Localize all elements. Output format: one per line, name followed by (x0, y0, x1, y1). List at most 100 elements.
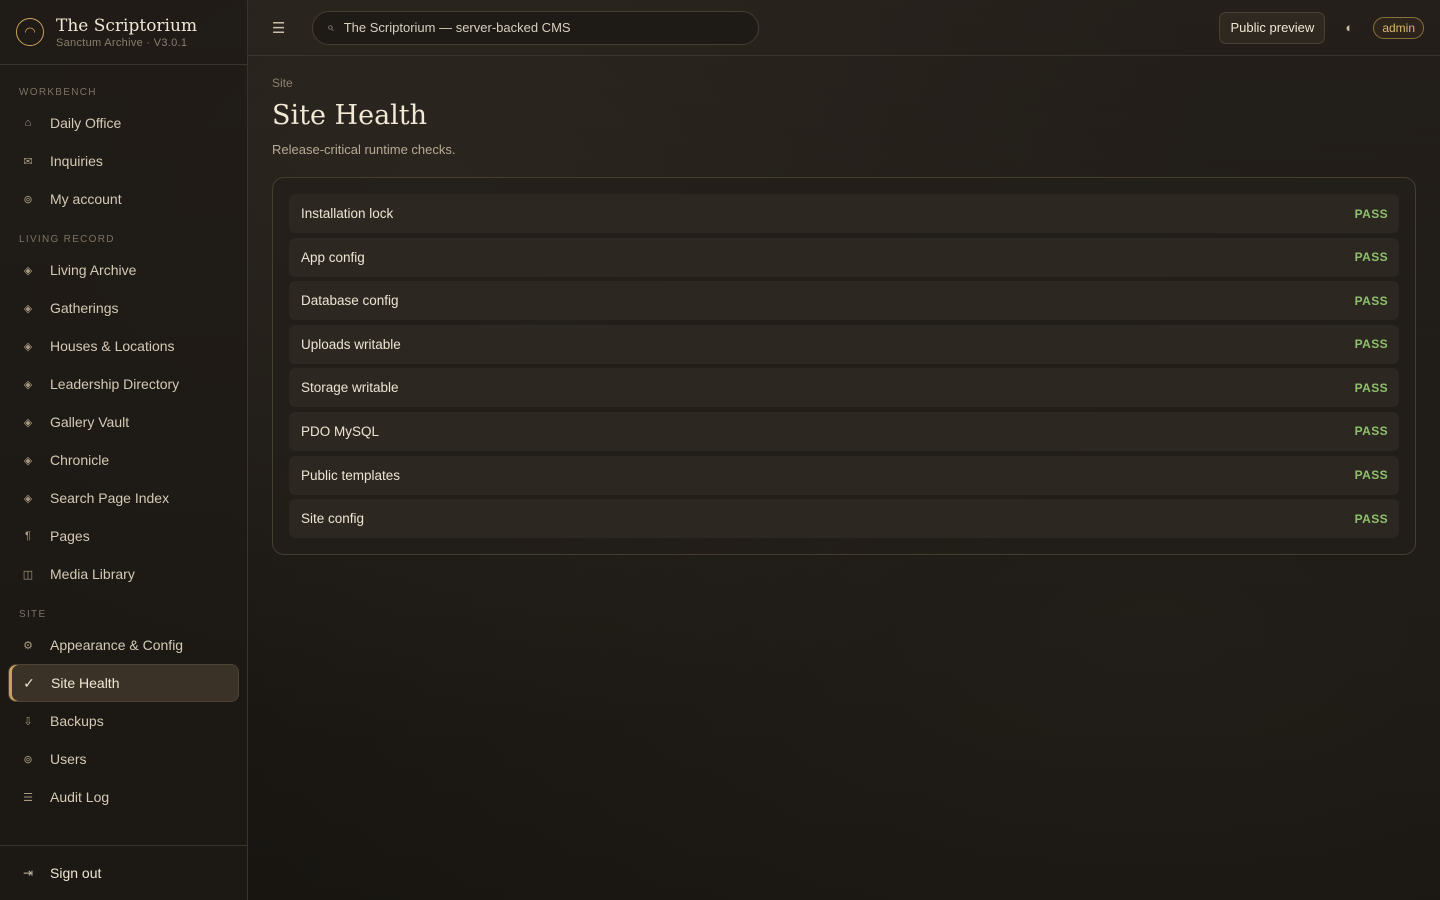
sidebar-item-label: Inquiries (50, 153, 103, 169)
sidebar-item-label: Audit Log (50, 789, 110, 805)
health-check-row: App config PASS (289, 237, 1399, 277)
sidebar-item-pages[interactable]: ¶ Pages (8, 517, 239, 555)
download-icon: ⇩ (23, 715, 33, 728)
check-name: App config (301, 249, 365, 265)
brand[interactable]: ◠ The Scriptorium Sanctum Archive · V3.0… (0, 0, 247, 65)
health-check-row: Site config PASS (289, 499, 1399, 539)
sidebar-item-gallery-vault[interactable]: ◈ Gallery Vault (8, 403, 239, 441)
sidebar-item-search-page-index[interactable]: ◈ Search Page Index (8, 479, 239, 517)
sidebar-item-label: Site Health (51, 675, 120, 691)
sidebar-item-label: Gallery Vault (50, 414, 130, 430)
diamond-icon: ◈ (23, 340, 33, 353)
sidebar-nav: WORKBENCH ⌂ Daily Office ✉ Inquiries ⊚ My acco… (0, 65, 247, 845)
users-icon: ⊚ (23, 753, 33, 766)
check-status-badge: PASS (1354, 380, 1388, 395)
diamond-icon: ◈ (23, 454, 33, 467)
sidebar-item-backups[interactable]: ⇩ Backups (8, 702, 239, 740)
diamond-icon: ◈ (23, 492, 33, 505)
nav-section-label: LIVING RECORD (19, 234, 115, 245)
check-name: Database config (301, 293, 399, 309)
topbar-actions: Public preview ◐ admin (1219, 11, 1424, 44)
sign-out-icon: ⇥ (22, 866, 34, 880)
sidebar-item-label: Houses & Locations (50, 338, 175, 354)
health-check-row: PDO MySQL PASS (289, 411, 1399, 451)
brand-subtitle: Sanctum Archive · V3.0.1 (56, 36, 188, 49)
sidebar-item-media-library[interactable]: ◫ Media Library (8, 555, 239, 593)
user-badge[interactable]: admin (1373, 16, 1424, 39)
sidebar-item-label: Pages (50, 528, 90, 544)
sidebar-item-label: Media Library (50, 566, 135, 582)
search-icon: ⌕ (327, 20, 334, 34)
sign-out-button[interactable]: ⇥ Sign out (8, 854, 115, 892)
breadcrumb[interactable]: Site (272, 76, 1416, 90)
sidebar-item-label: Gatherings (50, 300, 119, 316)
check-name: Storage writable (301, 380, 399, 396)
check-name: Installation lock (301, 206, 394, 221)
diamond-icon: ◈ (23, 416, 33, 429)
mail-icon: ✉ (23, 155, 33, 168)
account-icon: ⊚ (23, 193, 33, 206)
sidebar: ◠ The Scriptorium Sanctum Archive · V3.0… (0, 0, 248, 900)
sidebar-item-label: My account (50, 191, 122, 207)
health-check-row: Public templates PASS (289, 455, 1399, 495)
search-input[interactable] (343, 20, 744, 35)
sidebar-item-living-archive[interactable]: ◈ Living Archive (8, 251, 239, 289)
sidebar-item-label: Users (50, 751, 87, 767)
nav-gap (0, 593, 247, 601)
main-area: ☰ ⌕ Public preview ◐ admin Site Site Hea… (248, 0, 1440, 900)
sidebar-item-label: Search Page Index (50, 490, 170, 506)
sidebar-item-audit-log[interactable]: ☰ Audit Log (8, 778, 239, 816)
theme-toggle-icon[interactable]: ◐ (1339, 20, 1359, 35)
sidebar-item-label: Backups (50, 713, 104, 729)
page-subtitle: Release-critical runtime checks. (272, 142, 456, 157)
sidebar-item-users[interactable]: ⊚ Users (8, 740, 239, 778)
sidebar-item-label: Daily Office (50, 115, 122, 131)
check-name: Uploads writable (301, 336, 401, 352)
sidebar-item-leadership-directory[interactable]: ◈ Leadership Directory (8, 365, 239, 403)
sidebar-item-daily-office[interactable]: ⌂ Daily Office (8, 104, 239, 142)
brand-text: The Scriptorium Sanctum Archive · V3.0.1 (56, 16, 197, 49)
check-status-badge: PASS (1354, 468, 1388, 483)
nav-section-label: WORKBENCH (19, 87, 97, 98)
check-name: PDO MySQL (301, 423, 380, 439)
health-check-row: Uploads writable PASS (289, 324, 1399, 364)
sidebar-item-my-account[interactable]: ⊚ My account (8, 180, 239, 218)
check-name: Public templates (301, 467, 401, 483)
topbar: ☰ ⌕ Public preview ◐ admin (248, 0, 1440, 56)
check-status-badge: PASS (1354, 511, 1388, 526)
check-name: Site config (301, 511, 365, 527)
pilcrow-icon: ¶ (25, 530, 31, 542)
book-icon: ◫ (22, 568, 34, 581)
check-status-badge: PASS (1354, 337, 1388, 352)
diamond-icon: ◈ (23, 264, 33, 277)
health-check-row: Database config PASS (289, 281, 1399, 321)
sidebar-item-chronicle[interactable]: ◈ Chronicle (8, 441, 239, 479)
sidebar-item-label: Leadership Directory (50, 376, 180, 392)
sidebar-footer: ⇥ Sign out (0, 845, 247, 900)
sidebar-item-houses-and-locations[interactable]: ◈ Houses & Locations (8, 327, 239, 365)
check-status-badge: PASS (1354, 250, 1388, 265)
check-status-badge: PASS (1354, 293, 1388, 308)
app-shell: ◠ The Scriptorium Sanctum Archive · V3.0… (0, 0, 1440, 900)
search-bar[interactable]: ⌕ (312, 10, 759, 45)
sidebar-item-gatherings[interactable]: ◈ Gatherings (8, 289, 239, 327)
page-title: Site Health (272, 100, 428, 131)
nav-section-label: SITE (19, 609, 47, 620)
sidebar-item-label: Living Archive (50, 262, 137, 278)
sidebar-item-site-health[interactable]: ✓ Site Health (8, 664, 239, 702)
home-icon: ⌂ (24, 117, 32, 129)
sidebar-item-inquiries[interactable]: ✉ Inquiries (8, 142, 239, 180)
diamond-icon: ◈ (23, 378, 33, 391)
health-checks-panel: Installation lock PASS App config PASS Datab… (272, 177, 1416, 556)
public-preview-button[interactable]: Public preview (1219, 11, 1326, 44)
sidebar-item-appearance-and-config[interactable]: ⚙ Appearance & Config (8, 626, 239, 664)
hamburger-icon[interactable]: ☰ (272, 19, 292, 37)
nav-gap (0, 218, 247, 226)
list-icon: ☰ (23, 791, 33, 804)
sidebar-item-label: Appearance & Config (50, 637, 184, 653)
sidebar-item-label: Chronicle (50, 452, 110, 468)
check-icon: ✓ (23, 674, 35, 691)
gear-icon: ⚙ (23, 639, 33, 652)
circle-logo-icon: ◠ (16, 18, 44, 46)
health-check-row: Installation lock PASS (289, 194, 1399, 233)
